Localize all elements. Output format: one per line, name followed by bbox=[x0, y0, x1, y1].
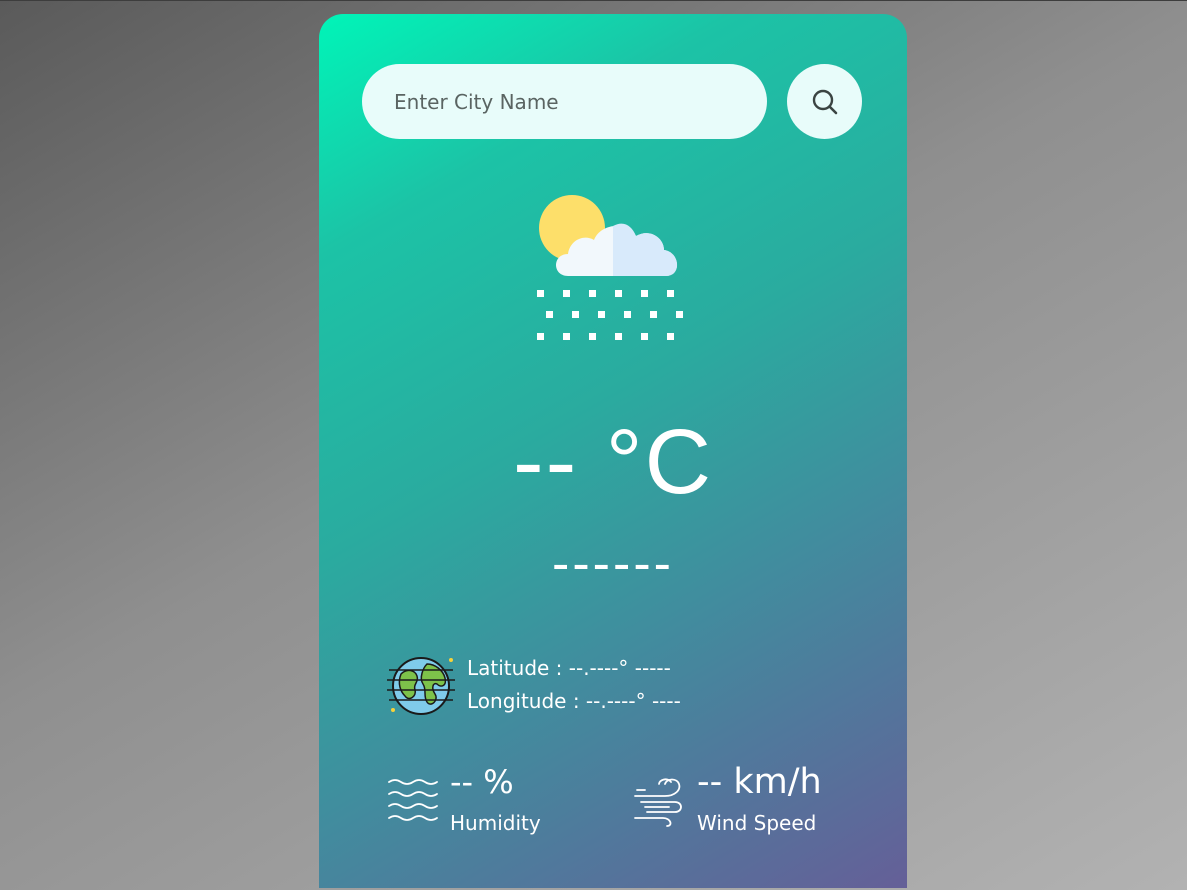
wind-icon bbox=[634, 778, 682, 827]
humidity-value: -- % bbox=[450, 763, 514, 801]
search-icon bbox=[812, 89, 837, 114]
city-name: ------ bbox=[552, 535, 674, 593]
window-top-border bbox=[0, 0, 1187, 1]
globe-icon bbox=[387, 657, 455, 715]
humidity-section: -- % Humidity bbox=[387, 762, 587, 842]
temperature-value: -- °C bbox=[512, 411, 714, 513]
city-search-input[interactable] bbox=[362, 64, 767, 139]
search-bar bbox=[362, 64, 862, 139]
wind-speed-label: Wind Speed bbox=[697, 811, 817, 835]
wind-section: -- km/h Wind Speed bbox=[633, 762, 873, 842]
longitude-text: Longitude : --.----° ---- bbox=[467, 689, 681, 713]
weather-card: -- °C ------ Latitude : --.----° ----- L… bbox=[319, 14, 907, 888]
coordinates-section: Latitude : --.----° ----- Longitude : --… bbox=[387, 654, 807, 724]
waves-icon bbox=[388, 779, 438, 821]
search-button[interactable] bbox=[787, 64, 862, 139]
wind-speed-value: -- km/h bbox=[697, 762, 822, 802]
snow-cloud-sun-icon bbox=[537, 195, 683, 340]
latitude-text: Latitude : --.----° ----- bbox=[467, 656, 671, 680]
humidity-label: Humidity bbox=[450, 811, 541, 835]
